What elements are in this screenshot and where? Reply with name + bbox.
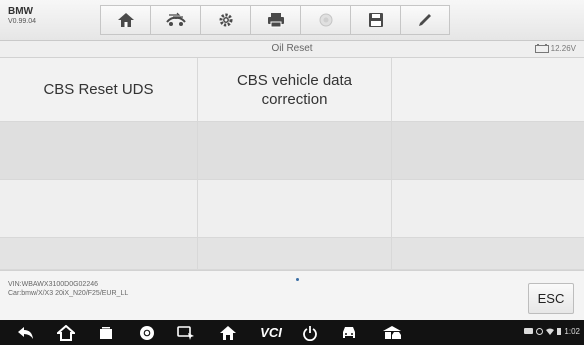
help-button[interactable] — [300, 5, 350, 35]
print-button[interactable] — [250, 5, 300, 35]
edit-button[interactable] — [400, 5, 450, 35]
power-icon — [303, 325, 317, 341]
function-grid: CBS Reset UDS CBS vehicle data correctio… — [0, 58, 584, 270]
vehicle-make: BMW — [8, 6, 33, 17]
power-button[interactable] — [296, 323, 324, 342]
vci-button[interactable]: VCI — [254, 323, 288, 342]
software-version: V0.99.04 — [8, 18, 37, 25]
vehicle-swap-button[interactable] — [150, 5, 200, 35]
car-path-text: Car:bmw/X/X3 20iX_N20/F25/EUR_LL — [8, 290, 129, 297]
home-icon — [57, 324, 75, 341]
status-area: 1:02 — [524, 327, 580, 336]
wifi-icon — [546, 328, 555, 335]
grid-cell-empty — [0, 122, 198, 180]
settings-button[interactable] — [200, 5, 250, 35]
vin-text: VIN:WBAWX3100D0G02246 — [8, 281, 99, 288]
recent-apps-icon — [100, 326, 112, 339]
battery-voltage: 12.26V — [534, 44, 576, 53]
home-icon — [117, 13, 134, 27]
remote-icon — [177, 325, 194, 340]
grid-cell-empty — [392, 180, 584, 238]
shop-button[interactable] — [378, 323, 406, 342]
help-icon — [319, 13, 332, 27]
print-icon — [267, 13, 284, 28]
brand-block: BMW V0.99.04 — [8, 7, 36, 27]
page-title: Oil Reset — [271, 43, 313, 54]
android-home-button[interactable] — [52, 323, 80, 342]
grid-cell-empty — [392, 238, 584, 270]
grid-cell-empty — [392, 58, 584, 122]
grid-cell-empty — [198, 122, 392, 180]
grid-cell-empty — [198, 180, 392, 238]
toolbar — [100, 5, 450, 35]
clock-time: 1:02 — [564, 327, 580, 336]
save-button[interactable] — [350, 5, 400, 35]
back-button[interactable] — [12, 323, 40, 342]
autel-home-button[interactable] — [214, 323, 242, 342]
function-cbs-vehicle-data-correction[interactable]: CBS vehicle data correction — [198, 58, 392, 122]
battery-icon — [534, 44, 549, 53]
page-indicator-dot — [296, 278, 299, 281]
esc-button[interactable]: ESC — [528, 283, 574, 314]
save-icon — [368, 13, 383, 27]
recent-apps-button[interactable] — [92, 323, 120, 342]
remote-button[interactable] — [172, 323, 200, 342]
home-button[interactable] — [100, 5, 150, 35]
battery-voltage-value: 12.26V — [550, 44, 576, 53]
chrome-icon — [140, 325, 154, 340]
vehicle-swap-icon — [165, 12, 186, 26]
android-nav-bar: VCI 1:02 — [0, 320, 584, 345]
autel-home-icon — [220, 325, 236, 340]
top-bar: BMW V0.99.04 — [0, 0, 584, 41]
grid-cell-empty — [198, 238, 392, 270]
car-icon — [343, 326, 355, 338]
vci-icon: VCI — [260, 325, 282, 340]
shop-icon — [383, 325, 401, 339]
function-cbs-reset-uds[interactable]: CBS Reset UDS — [0, 58, 198, 122]
settings-icon — [219, 13, 232, 27]
back-icon — [18, 326, 33, 339]
grid-cell-empty — [0, 180, 198, 238]
battery-status-icon — [557, 328, 562, 335]
message-icon — [524, 328, 534, 334]
chrome-button[interactable] — [133, 323, 161, 342]
grid-cell-empty — [0, 238, 198, 270]
settings-status-icon — [536, 328, 544, 335]
grid-cell-empty — [392, 122, 584, 180]
vehicle-info: VIN:WBAWX3100D0G02246 Car:bmw/X/X3 20iX_… — [8, 280, 128, 298]
title-row: Oil Reset 12.26V — [0, 41, 584, 58]
car-button[interactable] — [335, 323, 363, 342]
edit-icon — [419, 14, 431, 26]
vehicle-info-bar: VIN:WBAWX3100D0G02246 Car:bmw/X/X3 20iX_… — [0, 270, 584, 321]
